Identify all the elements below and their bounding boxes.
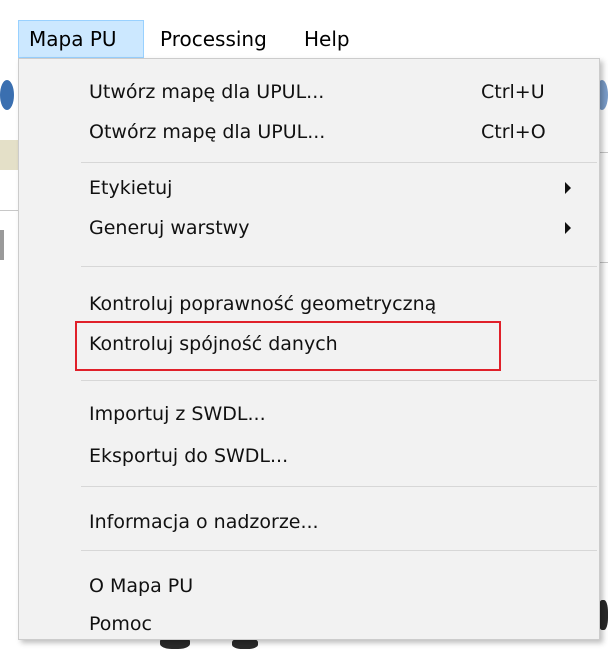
menu-item-label: Otwórz mapę dla UPUL...: [89, 121, 326, 143]
highlight-annotation: [75, 321, 501, 371]
menu-item-about[interactable]: O Mapa PU: [19, 567, 599, 607]
menu-processing[interactable]: Processing: [150, 20, 277, 58]
menu-item-import-swdl[interactable]: Importuj z SWDL...: [19, 395, 599, 435]
menu-item-label: Importuj z SWDL...: [89, 403, 266, 425]
menu-separator: [81, 162, 597, 163]
menu-item-label: Kontroluj poprawność geometryczną: [89, 293, 437, 315]
menu-help[interactable]: Help: [294, 20, 360, 58]
menu-item-open-map[interactable]: Otwórz mapę dla UPUL... Ctrl+O: [19, 113, 599, 153]
menu-bar: Mapa PU Processing Help: [0, 0, 608, 58]
menu-separator: [81, 266, 597, 267]
background-toolbar-icon: [0, 80, 14, 110]
menu-item-label: Utwórz mapę dla UPUL...: [89, 81, 325, 103]
menu-item-label: Informacja o nadzorze...: [89, 511, 319, 533]
background-toolbar: [0, 140, 18, 170]
menu-mapa-pu[interactable]: Mapa PU: [18, 20, 144, 58]
menu-item-shortcut: Ctrl+U: [481, 81, 545, 103]
menu-item-shortcut: Ctrl+O: [481, 121, 546, 143]
menu-item-label: O Mapa PU: [89, 575, 194, 597]
menu-item-help[interactable]: Pomoc: [19, 605, 599, 645]
menu-item-export-swdl[interactable]: Eksportuj do SWDL...: [19, 437, 599, 477]
background-divider: [0, 230, 4, 260]
menu-separator: [81, 486, 597, 487]
menu-item-generate-layers[interactable]: Generuj warstwy: [19, 209, 599, 249]
screen: Mapa PU Processing Help Utwórz mapę dla …: [0, 0, 608, 649]
menu-separator: [81, 380, 597, 381]
background-divider: [0, 210, 18, 211]
menu-separator: [81, 550, 597, 551]
menu-item-label: Eksportuj do SWDL...: [89, 445, 289, 467]
mapa-pu-dropdown-menu: Utwórz mapę dla UPUL... Ctrl+U Otwórz ma…: [18, 58, 600, 640]
menu-item-check-geometry[interactable]: Kontroluj poprawność geometryczną: [19, 285, 599, 325]
menu-item-create-map[interactable]: Utwórz mapę dla UPUL... Ctrl+U: [19, 73, 599, 113]
menu-item-label: Etykietuj: [89, 177, 173, 199]
menu-item-label: Pomoc: [89, 613, 152, 635]
menu-item-label: Generuj warstwy: [89, 217, 250, 239]
menu-item-supervision-info[interactable]: Informacja o nadzorze...: [19, 503, 599, 543]
menu-item-label-features[interactable]: Etykietuj: [19, 169, 599, 209]
submenu-arrow-icon: [565, 222, 571, 234]
submenu-arrow-icon: [565, 182, 571, 194]
